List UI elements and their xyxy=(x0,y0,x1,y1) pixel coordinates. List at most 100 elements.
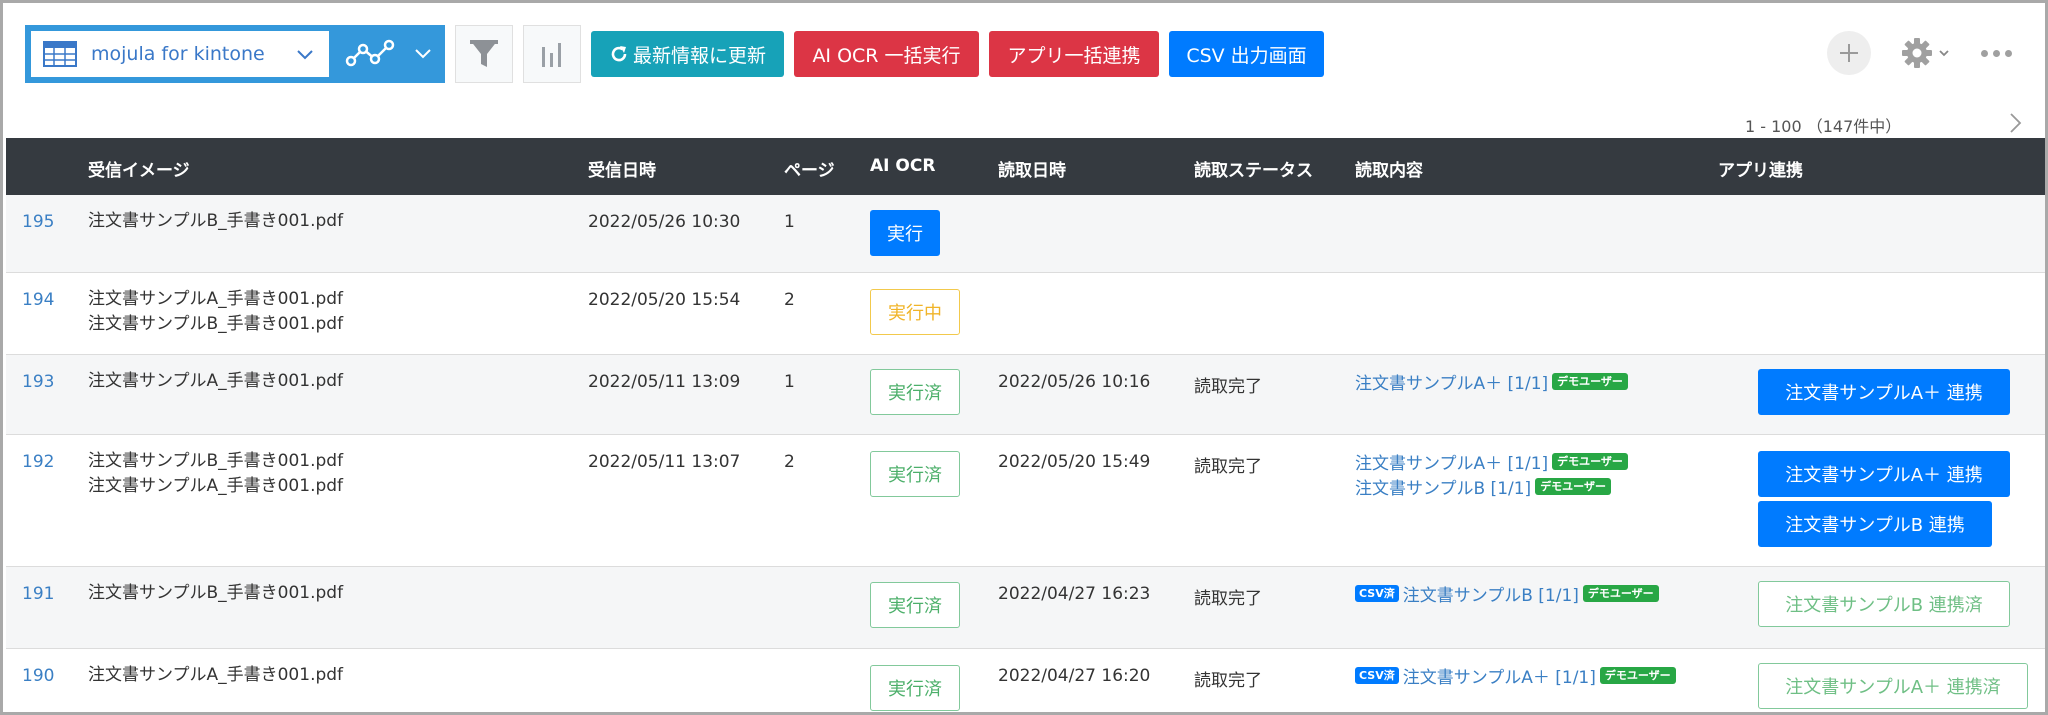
ocr-done-status: 実行済 xyxy=(870,665,960,711)
column-header-app-link[interactable]: アプリ連携 xyxy=(1718,156,1803,181)
demo-user-badge: デモユーザー xyxy=(1535,478,1611,495)
toolbar: mojula for kintone 最新情報に更新 AI OCR 一括実行 ア… xyxy=(25,25,1324,83)
ocr-done-status: 実行済 xyxy=(870,369,960,415)
table-row: 191 注文書サンプルB_手書き001.pdf 実行済 2022/04/27 1… xyxy=(6,567,2045,649)
csv-export-button[interactable]: CSV 出力画面 xyxy=(1169,31,1324,77)
file-name: 注文書サンプルB_手書き001.pdf xyxy=(88,314,344,334)
table-row: 195 注文書サンプルB_手書き001.pdf 2022/05/26 10:30… xyxy=(6,195,2045,273)
page-count: 2 xyxy=(784,290,795,310)
ocr-done-status: 実行済 xyxy=(870,582,960,628)
demo-user-badge: デモユーザー xyxy=(1552,453,1628,470)
record-id-link[interactable]: 195 xyxy=(22,212,54,232)
file-name: 注文書サンプルA_手書き001.pdf xyxy=(88,476,344,496)
page-count: 1 xyxy=(784,372,795,392)
read-content: CSV済 注文書サンプルB [1/1] デモユーザー xyxy=(1355,581,1659,606)
graph-icon[interactable] xyxy=(345,39,401,69)
column-header-pages[interactable]: ページ xyxy=(784,156,835,181)
file-name: 注文書サンプルA_手書き001.pdf xyxy=(88,371,344,391)
read-content-link[interactable]: 注文書サンプルA＋ [1/1] xyxy=(1355,369,1548,394)
read-at: 2022/05/20 15:49 xyxy=(998,452,1151,472)
read-at: 2022/04/27 16:20 xyxy=(998,666,1151,686)
file-name: 注文書サンプルA_手書き001.pdf xyxy=(88,665,344,685)
read-status: 読取完了 xyxy=(1194,377,1262,397)
table-view-icon xyxy=(43,41,77,67)
column-header-image[interactable]: 受信イメージ xyxy=(88,156,190,181)
refresh-button[interactable]: 最新情報に更新 xyxy=(591,31,784,77)
read-at: 2022/05/26 10:16 xyxy=(998,372,1151,392)
demo-user-badge: デモユーザー xyxy=(1582,585,1659,602)
read-content: 注文書サンプルA＋ [1/1] デモユーザー xyxy=(1355,369,1628,394)
record-id-link[interactable]: 190 xyxy=(22,666,54,686)
read-content: 注文書サンプルA＋ [1/1] デモユーザー 注文書サンプルB [1/1] デモ… xyxy=(1355,449,1628,499)
demo-user-badge: デモユーザー xyxy=(1599,667,1676,684)
read-content-link[interactable]: 注文書サンプルB [1/1] xyxy=(1355,474,1531,499)
ocr-run-button[interactable]: 実行 xyxy=(870,210,940,256)
chevron-right-icon[interactable] xyxy=(2005,111,2025,135)
view-name: mojula for kintone xyxy=(91,43,265,65)
file-name: 注文書サンプルB_手書き001.pdf xyxy=(88,451,344,471)
filter-icon xyxy=(470,40,498,67)
app-linked-status: 注文書サンプルB 連携済 xyxy=(1758,581,2010,627)
read-status: 読取完了 xyxy=(1194,457,1262,477)
ocr-done-status: 実行済 xyxy=(870,451,960,497)
demo-user-badge: デモユーザー xyxy=(1552,373,1628,390)
table-row: 194 注文書サンプルA_手書き001.pdf 注文書サンプルB_手書き001.… xyxy=(6,273,2045,355)
app-link-button[interactable]: 注文書サンプルB 連携 xyxy=(1758,501,1992,547)
received-at: 2022/05/26 10:30 xyxy=(588,212,741,232)
record-id-link[interactable]: 193 xyxy=(22,372,54,392)
record-id-link[interactable]: 194 xyxy=(22,290,54,310)
plus-icon xyxy=(1840,44,1858,62)
table-row: 193 注文書サンプルA_手書き001.pdf 2022/05/11 13:09… xyxy=(6,355,2045,435)
graph-settings-button[interactable] xyxy=(523,25,581,83)
csv-done-badge: CSV済 xyxy=(1355,667,1399,684)
app-link-button[interactable]: 注文書サンプルA＋ 連携 xyxy=(1758,451,2010,497)
view-dropdown[interactable]: mojula for kintone xyxy=(31,31,329,77)
app-bulk-link-button[interactable]: アプリ一括連携 xyxy=(989,31,1159,77)
table-row: 192 注文書サンプルB_手書き001.pdf 注文書サンプルA_手書き001.… xyxy=(6,435,2045,567)
app-linked-status: 注文書サンプルA＋ 連携済 xyxy=(1758,663,2028,709)
gear-icon xyxy=(1902,38,1932,68)
chevron-down-icon xyxy=(297,50,313,60)
ai-ocr-bulk-button[interactable]: AI OCR 一括実行 xyxy=(794,31,979,77)
bar-chart-icon xyxy=(542,43,561,67)
read-status: 読取完了 xyxy=(1194,589,1262,609)
column-header-status[interactable]: 読取ステータス xyxy=(1194,156,1313,181)
app-link-button[interactable]: 注文書サンプルA＋ 連携 xyxy=(1758,369,2010,415)
refresh-label: 最新情報に更新 xyxy=(632,44,766,67)
chevron-down-icon[interactable] xyxy=(413,45,433,63)
csv-done-badge: CSV済 xyxy=(1355,585,1399,602)
file-name: 注文書サンプルB_手書き001.pdf xyxy=(88,211,344,231)
view-selector[interactable]: mojula for kintone xyxy=(25,25,445,83)
read-content-link[interactable]: 注文書サンプルA＋ [1/1] xyxy=(1355,449,1548,474)
more-options-icon[interactable] xyxy=(1981,49,2012,57)
record-id-link[interactable]: 192 xyxy=(22,452,54,472)
filter-button[interactable] xyxy=(455,25,513,83)
received-at: 2022/05/20 15:54 xyxy=(588,290,741,310)
page-count: 2 xyxy=(784,452,795,472)
page-count: 1 xyxy=(784,212,795,232)
record-id-link[interactable]: 191 xyxy=(22,584,54,604)
chevron-down-icon xyxy=(1939,50,1949,57)
file-name: 注文書サンプルA_手書き001.pdf xyxy=(88,289,344,309)
table-row: 190 注文書サンプルA_手書き001.pdf 実行済 2022/04/27 1… xyxy=(6,649,2045,712)
table-header: 受信イメージ 受信日時 ページ AI OCR 読取日時 読取ステータス 読取内容… xyxy=(6,138,2045,195)
file-name: 注文書サンプルB_手書き001.pdf xyxy=(88,583,344,603)
column-header-ai-ocr[interactable]: AI OCR xyxy=(870,156,935,176)
read-content-link[interactable]: 注文書サンプルA＋ [1/1] xyxy=(1403,663,1596,688)
read-content: CSV済 注文書サンプルA＋ [1/1] デモユーザー xyxy=(1355,663,1676,688)
add-record-button[interactable] xyxy=(1827,31,1871,75)
pagination-info: 1 - 100 （147件中） xyxy=(1745,117,1902,136)
refresh-icon xyxy=(611,46,627,62)
header-actions xyxy=(1827,31,2012,75)
read-content-link[interactable]: 注文書サンプルB [1/1] xyxy=(1403,581,1579,606)
column-header-content[interactable]: 読取内容 xyxy=(1355,156,1423,181)
read-at: 2022/04/27 16:23 xyxy=(998,584,1151,604)
app-frame: mojula for kintone 最新情報に更新 AI OCR 一括実行 ア… xyxy=(0,0,2048,715)
received-at: 2022/05/11 13:07 xyxy=(588,452,741,472)
read-status: 読取完了 xyxy=(1194,671,1262,691)
column-header-received[interactable]: 受信日時 xyxy=(588,156,656,181)
column-header-read-at[interactable]: 読取日時 xyxy=(998,156,1066,181)
settings-button[interactable] xyxy=(1901,37,1951,69)
received-at: 2022/05/11 13:09 xyxy=(588,372,741,392)
ocr-running-status: 実行中 xyxy=(870,289,960,335)
